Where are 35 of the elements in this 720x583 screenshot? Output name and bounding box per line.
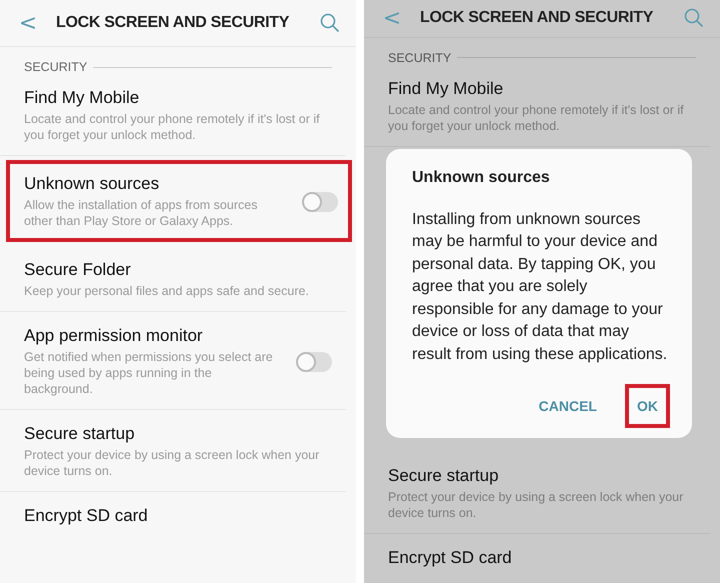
setting-title: Secure startup [388, 466, 500, 486]
setting-description: Protect your device by using a screen lock when your device turns on. [24, 447, 320, 479]
section-header: SECURITY [24, 60, 88, 74]
setting-title: Find My Mobile [388, 78, 504, 98]
setting-item[interactable]: Encrypt SD card [364, 534, 710, 583]
setting-item[interactable]: Find My Mobile Locate and control your phone remotely if it's lost or if you forget your unlock method. [0, 74, 346, 156]
setting-title: Secure startup [24, 424, 136, 444]
toggle-switch[interactable] [296, 352, 332, 372]
screen-title: LOCK SCREEN AND SECURITY [56, 14, 290, 32]
setting-item[interactable]: Secure startup Protect your device by using a screen lock when your device turns on. [0, 410, 346, 492]
setting-description: Locate and control your phone remotely if it's lost or if you forget your unlock method. [388, 102, 685, 134]
setting-item[interactable]: Unknown sources Allow the installation of apps from sources other than Play Store or Galaxy Apps. [6, 160, 352, 242]
dialog-message: Installing from unknown sources may be harmful to your device and personal data. By tapping OK, you agree that you are solely responsible for any damage to your device or loss of data that may result from using these applications. [412, 210, 668, 364]
setting-item[interactable]: Secure Folder Keep your personal files and apps safe and secure. [0, 246, 346, 312]
search-icon[interactable] [320, 13, 340, 33]
section-header: SECURITY [388, 50, 452, 64]
setting-item[interactable]: Encrypt SD card [0, 492, 346, 541]
setting-title: Find My Mobile [24, 88, 140, 108]
setting-description: Locate and control your phone remotely if it's lost or if you forget your unlock method. [24, 111, 321, 143]
toggle-switch[interactable] [302, 192, 338, 212]
setting-title: App permission monitor [24, 326, 204, 346]
search-icon[interactable] [684, 8, 704, 28]
setting-description: Get notified when permissions you select are being used by apps running in the background. [24, 349, 274, 397]
screen-title: LOCK SCREEN AND SECURITY [420, 9, 654, 28]
setting-title: Encrypt SD card [388, 548, 513, 568]
dialog-title: Unknown sources [412, 168, 551, 186]
setting-item[interactable]: Secure startup Protect your device by using a screen lock when your device turns on. [364, 452, 710, 534]
setting-description: Protect your device by using a screen lock when your device turns on. [388, 489, 684, 521]
setting-title: Secure Folder [24, 260, 132, 280]
setting-title: Encrypt SD card [24, 506, 149, 526]
setting-description: Keep your personal files and apps safe and secure. [24, 283, 310, 299]
setting-description: Allow the installation of apps from sources other than Play Store or Galaxy Apps. [24, 197, 258, 229]
setting-item[interactable]: Find My Mobile Locate and control your phone remotely if it's lost or if you forget your unlock method. [364, 64, 710, 146]
setting-item[interactable]: App permission monitor Get notified when permissions you select are being used by apps running in the background. [0, 312, 346, 410]
setting-title: Unknown sources [24, 174, 160, 194]
